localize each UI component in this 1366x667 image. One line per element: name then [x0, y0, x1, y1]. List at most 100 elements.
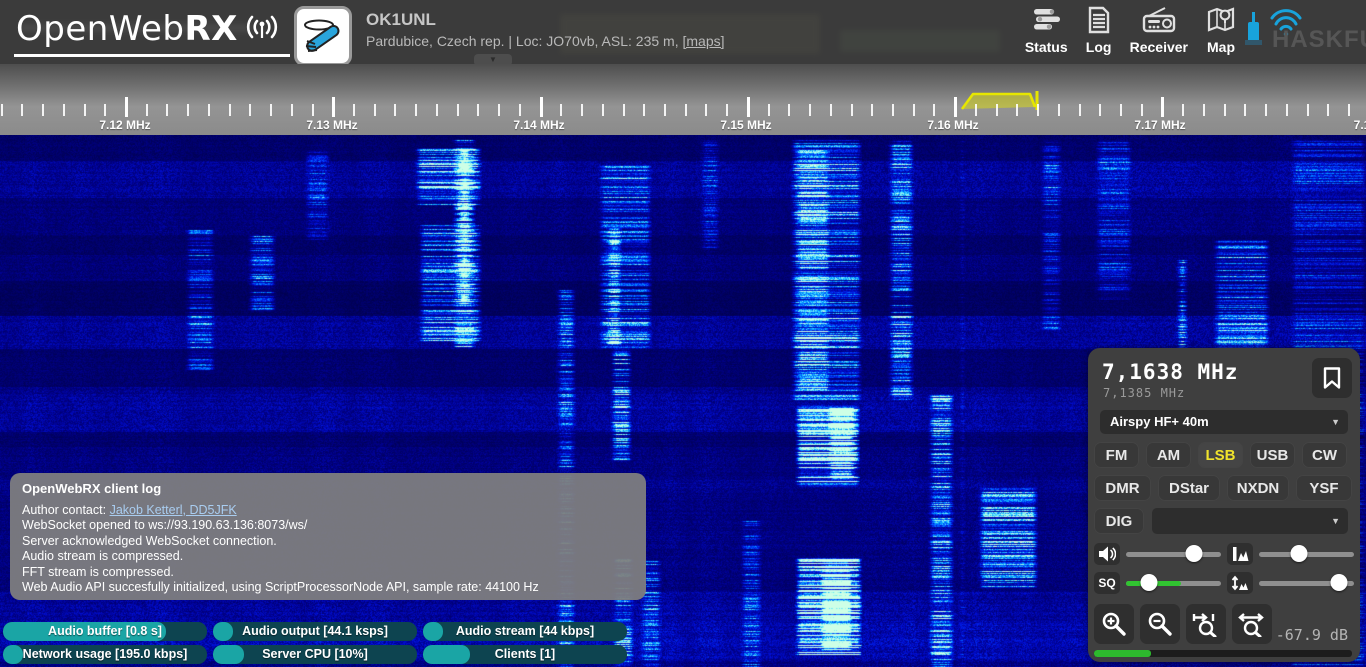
top-navigation: Status Log Receiver Map — [1025, 6, 1236, 55]
mode-button-usb[interactable]: USB — [1250, 442, 1295, 468]
mode-button-fm[interactable]: FM — [1094, 442, 1139, 468]
squelch-slider-thumb[interactable] — [1140, 574, 1157, 591]
minor-tick — [519, 104, 521, 116]
logo-text-rx: RX — [184, 9, 237, 49]
volume-slider-track[interactable] — [1126, 552, 1221, 557]
frequency-label: 7.12 MHz — [99, 118, 150, 132]
mode-button-am[interactable]: AM — [1146, 442, 1191, 468]
minor-tick — [312, 104, 314, 116]
squelch-slider[interactable] — [1126, 572, 1221, 594]
minor-tick — [291, 104, 293, 116]
minor-tick — [851, 104, 853, 116]
nav-item-status[interactable]: Status — [1025, 6, 1068, 55]
swiss-knife-logo[interactable] — [294, 6, 352, 64]
station-callsign: OK1UNL — [366, 10, 725, 30]
zoom-in-icon — [1101, 611, 1127, 637]
status-badge-1[interactable]: Audio buffer [0.8 s] — [3, 622, 207, 641]
waterfall-min-slider[interactable] — [1259, 572, 1354, 594]
mode-button-nxdn[interactable]: NXDN — [1227, 475, 1289, 501]
status-badge-5[interactable]: Server CPU [10%] — [213, 645, 417, 664]
header-bar: OpenWebRX OK1UNL Pardubice, Czech rep. |… — [0, 0, 1366, 64]
contact-prefix: Author contact: — [22, 503, 110, 517]
client-log-line: WebSocket opened to ws://93.190.63.136:8… — [22, 518, 634, 534]
waterfall-auto-button[interactable] — [1227, 572, 1253, 594]
client-log-panel: OpenWebRX client log Author contact: Jak… — [10, 473, 646, 600]
minor-tick — [705, 104, 707, 116]
openwebrx-logo[interactable]: OpenWebRX — [14, 10, 290, 57]
zoom-full-out-button[interactable] — [1232, 604, 1272, 644]
map-icon — [1206, 6, 1236, 39]
waterfall-min-slider-thumb[interactable] — [1330, 574, 1347, 591]
profile-select[interactable]: Airspy HF+ 40m ▼ — [1100, 410, 1348, 434]
frequency-label: 7.17 MHz — [1134, 118, 1185, 132]
nav-label-receiver: Receiver — [1130, 39, 1188, 55]
mode-button-dmr[interactable]: DMR — [1094, 475, 1151, 501]
mode-button-dstar[interactable]: DStar — [1158, 475, 1220, 501]
minor-tick — [1182, 104, 1184, 116]
zoom-to-band-button[interactable] — [1186, 604, 1226, 644]
author-contact-link[interactable]: Jakob Ketterl, DD5JFK — [110, 503, 237, 517]
status-badge-4[interactable]: Network usage [195.0 kbps] — [3, 645, 207, 664]
squelch-button[interactable]: SQ — [1094, 572, 1120, 594]
nav-item-map[interactable]: Map — [1206, 6, 1236, 55]
waterfall-max-slider-thumb[interactable] — [1290, 545, 1307, 562]
minor-tick — [436, 104, 438, 116]
volume-slider[interactable] — [1126, 543, 1221, 565]
station-info: OK1UNL Pardubice, Czech rep. | Loc: JO70… — [366, 10, 725, 51]
header-collapse-tab[interactable]: ▼ — [474, 54, 512, 64]
minor-tick — [1120, 104, 1122, 116]
digital-mode-select[interactable]: ▼ — [1152, 508, 1348, 534]
mute-button[interactable] — [1094, 543, 1120, 565]
badge-label: Server CPU [10%] — [213, 645, 417, 664]
mode-buttons-row1: FM AM LSB USB CW — [1094, 442, 1347, 468]
maps-link[interactable]: [maps] — [682, 33, 724, 49]
log-icon — [1086, 6, 1112, 39]
station-location-text: Pardubice, Czech rep. | Loc: JO70vb, ASL… — [366, 33, 682, 49]
minor-tick — [892, 104, 894, 116]
mode-button-lsb[interactable]: LSB — [1198, 442, 1243, 468]
minor-tick — [1016, 104, 1018, 116]
badge-label: Audio output [44.1 ksps] — [213, 622, 417, 641]
major-tick — [332, 97, 335, 117]
minor-tick — [581, 104, 583, 116]
minor-tick — [830, 104, 832, 116]
frequency-label: 7.13 MHz — [306, 118, 357, 132]
status-badge-2[interactable]: Audio output [44.1 ksps] — [213, 622, 417, 641]
waterfall-max-button[interactable] — [1227, 543, 1253, 565]
waterfall-max-slider[interactable] — [1259, 543, 1354, 565]
status-badge-6[interactable]: Clients [1] — [423, 645, 627, 664]
mode-button-dig[interactable]: DIG — [1094, 508, 1144, 534]
major-tick — [954, 97, 957, 117]
logo-text-web: Web — [109, 9, 185, 49]
zoom-out-button[interactable] — [1140, 604, 1180, 644]
nav-item-log[interactable]: Log — [1086, 6, 1112, 55]
minor-tick — [270, 104, 272, 116]
zoom-in-button[interactable] — [1094, 604, 1134, 644]
minor-tick — [1327, 104, 1329, 116]
header-bg-art — [840, 30, 1000, 52]
tuned-frequency-display[interactable]: 7,1638 MHz — [1102, 360, 1238, 384]
minor-tick — [477, 104, 479, 116]
minor-tick — [1, 104, 3, 116]
minor-tick — [146, 104, 148, 116]
bookmark-button[interactable] — [1312, 358, 1352, 398]
minor-tick — [933, 104, 935, 116]
minor-tick — [623, 104, 625, 116]
station-details: Pardubice, Czech rep. | Loc: JO70vb, ASL… — [366, 33, 725, 49]
status-badge-3[interactable]: Audio stream [44 kbps] — [423, 622, 627, 641]
minor-tick — [166, 104, 168, 116]
minor-tick — [229, 104, 231, 116]
volume-slider-thumb[interactable] — [1186, 545, 1203, 562]
minor-tick — [664, 104, 666, 116]
badge-label: Network usage [195.0 kbps] — [3, 645, 207, 664]
frequency-scale[interactable]: 7.12 MHz7.13 MHz7.14 MHz7.15 MHz7.16 MHz… — [0, 64, 1366, 135]
client-log-lines: WebSocket opened to ws://93.190.63.136:8… — [22, 518, 634, 596]
mode-button-ysf[interactable]: YSF — [1296, 475, 1352, 501]
minor-tick — [208, 104, 210, 116]
client-log-line: Web Audio API succesfully initialized, u… — [22, 580, 634, 596]
minor-tick — [560, 104, 562, 116]
nav-item-receiver[interactable]: Receiver — [1130, 6, 1188, 55]
haskfu-text: HASKFU — [1272, 26, 1366, 54]
receiver-icon — [1141, 6, 1177, 39]
mode-button-cw[interactable]: CW — [1302, 442, 1347, 468]
